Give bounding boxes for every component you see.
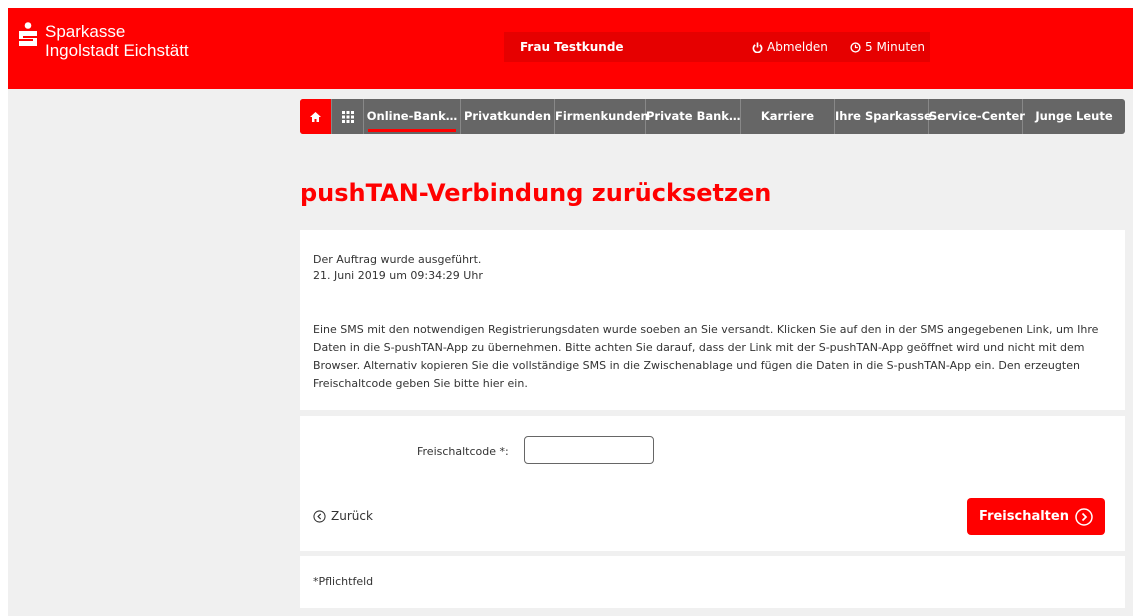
timer-label: 5 Minuten: [865, 40, 926, 54]
info-text: Eine SMS mit den notwendigen Registrieru…: [313, 323, 1099, 390]
bank-name[interactable]: Sparkasse Ingolstadt Eichstätt: [45, 22, 189, 60]
session-timer[interactable]: 5 Minuten: [850, 32, 925, 62]
nav-item-privatkunden[interactable]: Privatkunden: [461, 99, 555, 134]
nav-item-firmenkunden[interactable]: Firmenkunden: [555, 99, 649, 134]
logout-button[interactable]: Abmelden: [752, 32, 828, 62]
required-field-note: *Pflichtfeld: [313, 575, 374, 588]
nav-item-karriere[interactable]: Karriere: [741, 99, 835, 134]
freischaltcode-label: Freischaltcode *:: [417, 445, 509, 458]
nav-item-online-banking[interactable]: Online-Bank…: [364, 99, 461, 134]
nav-home-button[interactable]: [300, 99, 332, 134]
header: Sparkasse Ingolstadt Eichstätt Frau Test…: [8, 8, 1133, 89]
status-line: Der Auftrag wurde ausgeführt.: [313, 253, 482, 266]
back-link[interactable]: Zurück: [313, 509, 373, 523]
nav-item-private-banking[interactable]: Private Bank…: [646, 99, 741, 134]
submit-label: Freischalten: [979, 509, 1069, 524]
page-title: pushTAN-Verbindung zurücksetzen: [300, 179, 772, 207]
power-icon: [752, 41, 763, 53]
home-icon: [310, 111, 321, 122]
bank-name-line1: Sparkasse: [45, 22, 126, 41]
chevron-right-circle-icon: [1075, 507, 1093, 526]
nav-item-service-center[interactable]: Service-Center: [929, 99, 1025, 134]
grid-icon: [341, 110, 354, 123]
result-card: Der Auftrag wurde ausgeführt. 21. Juni 2…: [300, 230, 1125, 410]
status-timestamp: 21. Juni 2019 um 09:34:29 Uhr: [313, 269, 483, 282]
logout-label: Abmelden: [767, 40, 828, 54]
footer-note-card: *Pflichtfeld: [300, 556, 1125, 608]
freischaltcode-input[interactable]: [524, 436, 654, 464]
user-name[interactable]: Frau Testkunde: [520, 32, 624, 62]
main-navigation: Online-Bank… Privatkunden Firmenkunden P…: [300, 99, 1125, 134]
form-card: Freischaltcode *: Zurück Freischalten: [300, 416, 1125, 551]
chevron-left-circle-icon: [313, 509, 326, 523]
user-bar: Frau Testkunde Abmelden 5 Minuten: [504, 32, 930, 62]
clock-icon: [850, 41, 861, 53]
bank-name-line2: Ingolstadt Eichstätt: [45, 41, 189, 60]
sparkasse-logo-icon: [19, 22, 37, 46]
main-content: Online-Bank… Privatkunden Firmenkunden P…: [300, 99, 1125, 608]
status-message: Der Auftrag wurde ausgeführt. 21. Juni 2…: [313, 252, 483, 284]
back-label: Zurück: [331, 509, 373, 523]
nav-item-junge-leute[interactable]: Junge Leute: [1023, 99, 1125, 134]
nav-menu-button[interactable]: [332, 99, 364, 134]
freischalten-button[interactable]: Freischalten: [967, 498, 1105, 535]
nav-item-ihre-sparkasse[interactable]: Ihre Sparkasse: [835, 99, 932, 134]
